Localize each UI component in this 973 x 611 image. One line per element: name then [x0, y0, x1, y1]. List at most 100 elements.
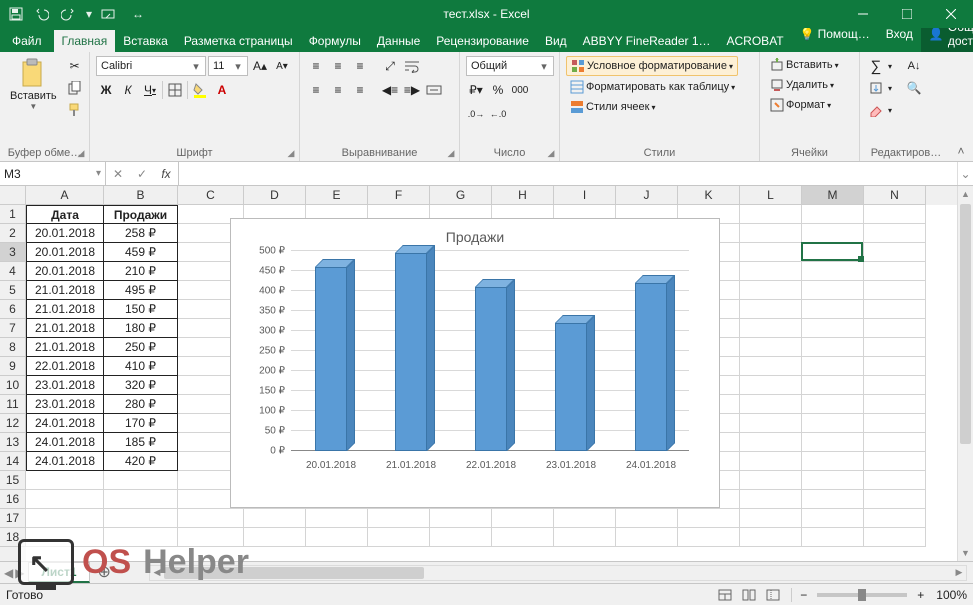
row-header-10[interactable]: 10 — [0, 376, 26, 395]
cell-N8[interactable] — [864, 338, 926, 357]
cell-M1[interactable] — [802, 205, 864, 224]
cell-B2[interactable]: 258 ₽ — [104, 224, 178, 243]
tab-page-layout[interactable]: Разметка страницы — [176, 30, 301, 52]
increase-indent-button[interactable]: ≡▶ — [402, 80, 422, 100]
cancel-formula-button[interactable]: ✕ — [106, 167, 130, 181]
cell-L13[interactable] — [740, 433, 802, 452]
cell-styles-button[interactable]: Стили ячеек▾ — [566, 98, 660, 116]
cell-H17[interactable] — [492, 509, 554, 528]
touch-mode-icon[interactable]: ↔ — [126, 2, 150, 26]
decrease-indent-button[interactable]: ◀≡ — [380, 80, 400, 100]
cell-A4[interactable]: 20.01.2018 — [26, 262, 104, 281]
cell-A10[interactable]: 23.01.2018 — [26, 376, 104, 395]
cell-G17[interactable] — [430, 509, 492, 528]
cell-B11[interactable]: 280 ₽ — [104, 395, 178, 414]
cell-B9[interactable]: 410 ₽ — [104, 357, 178, 376]
cell-M12[interactable] — [802, 414, 864, 433]
cell-N5[interactable] — [864, 281, 926, 300]
cell-L6[interactable] — [740, 300, 802, 319]
underline-button[interactable]: Ч▾ — [140, 80, 160, 100]
sheet-nav-prev[interactable]: ◀ — [4, 566, 13, 580]
cell-L12[interactable] — [740, 414, 802, 433]
column-header-A[interactable]: A — [26, 186, 104, 205]
align-middle-button[interactable]: ≡ — [328, 56, 348, 76]
cell-N4[interactable] — [864, 262, 926, 281]
row-header-1[interactable]: 1 — [0, 205, 26, 224]
row-header-6[interactable]: 6 — [0, 300, 26, 319]
cell-L18[interactable] — [740, 528, 802, 547]
tab-formulas[interactable]: Формулы — [301, 30, 369, 52]
column-header-I[interactable]: I — [554, 186, 616, 205]
cell-K18[interactable] — [678, 528, 740, 547]
delete-cells-button[interactable]: Удалить▾ — [766, 76, 838, 94]
scroll-up-button[interactable]: ▲ — [958, 186, 973, 202]
collapse-ribbon-button[interactable]: ˄ — [953, 143, 969, 159]
zoom-slider[interactable] — [817, 593, 907, 597]
cell-A3[interactable]: 20.01.2018 — [26, 243, 104, 262]
cell-B10[interactable]: 320 ₽ — [104, 376, 178, 395]
decrease-decimal-button[interactable]: ←.0 — [488, 104, 508, 124]
tab-home[interactable]: Главная — [54, 30, 116, 52]
borders-button[interactable] — [165, 80, 185, 100]
cell-N12[interactable] — [864, 414, 926, 433]
accept-formula-button[interactable]: ✓ — [130, 167, 154, 181]
cell-A16[interactable] — [26, 490, 104, 509]
row-header-18[interactable]: 18 — [0, 528, 26, 547]
vscroll-thumb[interactable] — [960, 204, 971, 444]
maximize-button[interactable] — [885, 0, 929, 28]
cell-L10[interactable] — [740, 376, 802, 395]
column-header-C[interactable]: C — [178, 186, 244, 205]
cell-B18[interactable] — [104, 528, 178, 547]
cell-N7[interactable] — [864, 319, 926, 338]
minimize-button[interactable] — [841, 0, 885, 28]
row-header-14[interactable]: 14 — [0, 452, 26, 471]
row-header-3[interactable]: 3 — [0, 243, 26, 262]
zoom-level[interactable]: 100% — [936, 588, 967, 602]
cell-B12[interactable]: 170 ₽ — [104, 414, 178, 433]
merge-button[interactable] — [424, 80, 444, 100]
cell-L17[interactable] — [740, 509, 802, 528]
column-header-N[interactable]: N — [864, 186, 926, 205]
cell-N10[interactable] — [864, 376, 926, 395]
cell-A8[interactable]: 21.01.2018 — [26, 338, 104, 357]
column-header-L[interactable]: L — [740, 186, 802, 205]
orientation-button[interactable]: ⤢ — [380, 56, 400, 76]
row-header-11[interactable]: 11 — [0, 395, 26, 414]
cell-M16[interactable] — [802, 490, 864, 509]
column-header-B[interactable]: B — [104, 186, 178, 205]
cell-L4[interactable] — [740, 262, 802, 281]
redo-icon[interactable] — [56, 2, 80, 26]
cell-F18[interactable] — [368, 528, 430, 547]
close-button[interactable] — [929, 0, 973, 28]
tab-insert[interactable]: Вставка — [115, 30, 176, 52]
column-header-E[interactable]: E — [306, 186, 368, 205]
cell-L2[interactable] — [740, 224, 802, 243]
cell-B3[interactable]: 459 ₽ — [104, 243, 178, 262]
column-header-J[interactable]: J — [616, 186, 678, 205]
format-cells-button[interactable]: Формат▾ — [766, 96, 835, 114]
cell-A14[interactable]: 24.01.2018 — [26, 452, 104, 471]
cell-M18[interactable] — [802, 528, 864, 547]
sheet-nav-next[interactable]: ▶ — [15, 566, 24, 580]
cell-I17[interactable] — [554, 509, 616, 528]
cell-A9[interactable]: 22.01.2018 — [26, 357, 104, 376]
cell-M4[interactable] — [802, 262, 864, 281]
save-icon[interactable] — [4, 2, 28, 26]
cell-B5[interactable]: 495 ₽ — [104, 281, 178, 300]
qat-customize-icon[interactable]: ▾ — [82, 2, 96, 26]
cell-B13[interactable]: 185 ₽ — [104, 433, 178, 452]
undo-icon[interactable] — [30, 2, 54, 26]
number-dialog-launcher[interactable]: ◢ — [545, 147, 557, 159]
cell-A6[interactable]: 21.01.2018 — [26, 300, 104, 319]
cell-N13[interactable] — [864, 433, 926, 452]
tab-view[interactable]: Вид — [537, 30, 575, 52]
name-box[interactable]: M3▾ — [0, 162, 106, 185]
cell-L1[interactable] — [740, 205, 802, 224]
row-header-2[interactable]: 2 — [0, 224, 26, 243]
cell-L14[interactable] — [740, 452, 802, 471]
select-all-button[interactable] — [0, 186, 26, 205]
worksheet-grid[interactable]: ABCDEFGHIJKLMN 1234567891011121314151617… — [0, 186, 973, 561]
cell-M7[interactable] — [802, 319, 864, 338]
cell-L11[interactable] — [740, 395, 802, 414]
percent-button[interactable]: % — [488, 80, 508, 100]
